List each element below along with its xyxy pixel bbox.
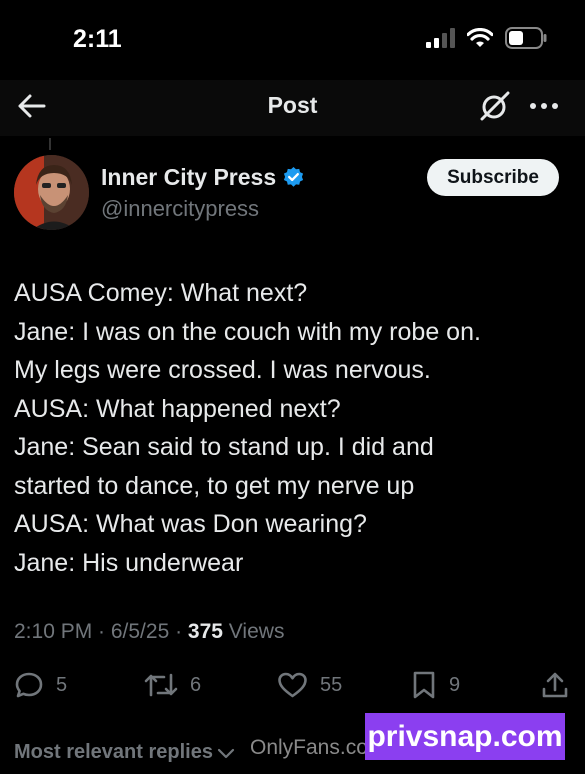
views-count[interactable]: 375 bbox=[188, 620, 223, 643]
post-timestamp: 2:10 PM · 6/5/25 · bbox=[14, 620, 188, 643]
more-options-icon[interactable] bbox=[527, 89, 561, 123]
post-body: AUSA Comey: What next? Jane: I was on th… bbox=[14, 274, 574, 582]
post-line: Jane: His underwear bbox=[14, 548, 244, 577]
repost-count: 6 bbox=[190, 673, 202, 696]
like-button[interactable]: 55 bbox=[277, 670, 342, 700]
post-line: AUSA: What was Don wearing? bbox=[14, 510, 367, 538]
status-time: 2:11 bbox=[73, 25, 122, 53]
avatar[interactable] bbox=[14, 155, 89, 230]
post-line: Jane: I was on the couch with my robe on… bbox=[14, 317, 481, 346]
reply-button[interactable]: 5 bbox=[14, 670, 67, 700]
repost-icon bbox=[144, 673, 178, 697]
post-line: My legs were crossed. I was nervous. bbox=[14, 356, 431, 384]
share-icon bbox=[542, 672, 568, 698]
post-line: AUSA Comey: What next? bbox=[14, 279, 308, 307]
replies-sort-dropdown[interactable]: Most relevant replies bbox=[14, 741, 235, 764]
author-name-text: Inner City Press bbox=[101, 164, 277, 190]
wifi-icon bbox=[467, 28, 493, 47]
verified-badge-icon bbox=[284, 166, 304, 187]
bookmark-icon bbox=[413, 671, 435, 699]
bookmark-count: 9 bbox=[449, 673, 461, 696]
bookmark-button[interactable]: 9 bbox=[411, 670, 460, 700]
views-label: Views bbox=[222, 620, 285, 643]
grok-icon[interactable] bbox=[478, 89, 512, 123]
author-handle[interactable]: @innercitypress bbox=[101, 196, 259, 222]
author-name[interactable]: Inner City Press bbox=[101, 164, 305, 191]
reply-icon bbox=[15, 672, 43, 698]
battery-icon bbox=[505, 27, 547, 49]
privsnap-overlay-banner: privsnap.com bbox=[365, 713, 565, 760]
reply-count: 5 bbox=[56, 673, 68, 696]
like-count: 55 bbox=[320, 673, 343, 696]
avatar-photo bbox=[14, 155, 89, 230]
status-icons bbox=[425, 27, 547, 49]
heart-icon bbox=[278, 672, 307, 698]
action-bar: 5 6 55 9 bbox=[0, 670, 585, 710]
post-meta: 2:10 PM · 6/5/25 · 375 Views bbox=[14, 620, 284, 644]
nav-bar: Post bbox=[0, 80, 585, 136]
repost-button[interactable]: 6 bbox=[144, 670, 201, 700]
post-line: started to dance, to get my nerve up bbox=[14, 471, 415, 500]
signal-icon bbox=[426, 28, 455, 48]
subscribe-button[interactable]: Subscribe bbox=[427, 159, 559, 196]
thread-connector bbox=[49, 138, 51, 150]
status-bar: 2:11 bbox=[0, 0, 585, 80]
share-button[interactable] bbox=[540, 670, 570, 700]
replies-sort-label: Most relevant replies bbox=[14, 741, 213, 763]
chevron-down-icon bbox=[217, 748, 235, 758]
post-line: Jane: Sean said to stand up. I did and bbox=[14, 433, 434, 461]
post-line: AUSA: What happened next? bbox=[14, 394, 341, 423]
